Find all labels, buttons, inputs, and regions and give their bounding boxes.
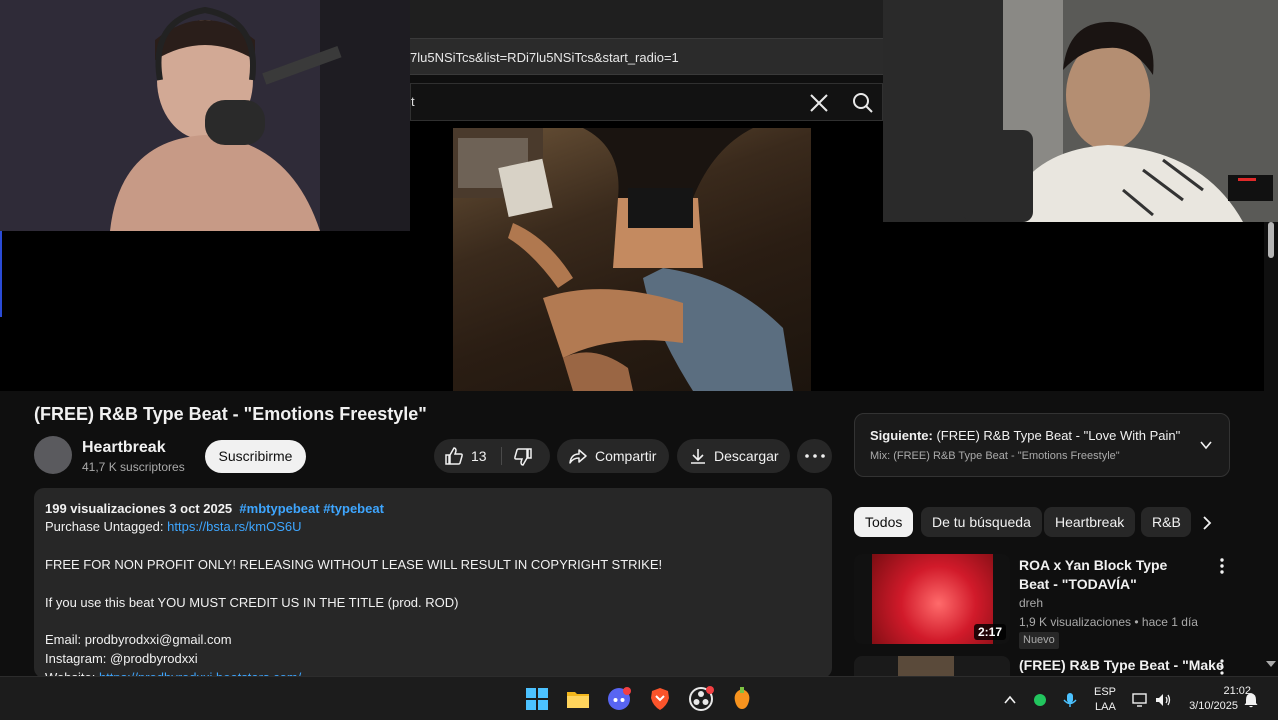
- chip-rnb[interactable]: R&B: [1141, 507, 1191, 537]
- download-icon: [691, 449, 705, 464]
- like-button[interactable]: 13: [434, 439, 501, 473]
- microphone-icon[interactable]: [1061, 691, 1079, 709]
- more-actions-button[interactable]: [797, 439, 832, 473]
- share-button[interactable]: Compartir: [557, 439, 669, 473]
- language-indicator-top[interactable]: ESP: [1094, 686, 1116, 698]
- window-edge-accent: [0, 231, 2, 317]
- share-icon: [569, 449, 587, 464]
- view-count-date: 199 visualizaciones 3 oct 2025: [45, 501, 233, 516]
- recommendation-meta: 1,9 K visualizaciones • hace 1 día: [1019, 615, 1198, 629]
- fl-studio-icon[interactable]: [729, 686, 755, 712]
- file-explorer-icon[interactable]: [565, 686, 591, 712]
- purchase-prefix: Purchase Untagged:: [45, 519, 168, 534]
- scroll-down-arrow-icon[interactable]: [1266, 661, 1276, 667]
- scrollbar-thumb[interactable]: [1268, 222, 1274, 258]
- search-icon[interactable]: [850, 90, 876, 116]
- browser-tab-strip: [410, 0, 883, 38]
- share-label: Compartir: [595, 448, 657, 464]
- download-button[interactable]: Descargar: [677, 439, 790, 473]
- more-vertical-icon[interactable]: [1214, 659, 1230, 675]
- more-horizontal-icon: [805, 454, 825, 458]
- download-label: Descargar: [714, 448, 779, 464]
- up-next-video-title: (FREE) R&B Type Beat - "Love With Pain": [936, 428, 1181, 443]
- thumbs-up-icon: [445, 447, 463, 465]
- video-duration: 2:17: [973, 624, 1006, 640]
- description-email: Email: prodbyrodxxi@gmail.com: [45, 632, 232, 647]
- status-dot-icon[interactable]: [1031, 691, 1049, 709]
- chevron-down-icon[interactable]: [1199, 438, 1213, 452]
- language-indicator-bottom[interactable]: LAA: [1095, 701, 1116, 713]
- network-icon[interactable]: [1131, 691, 1149, 709]
- dislike-button[interactable]: [502, 439, 550, 473]
- thumbnail-image-2: [898, 656, 954, 676]
- obs-icon[interactable]: [688, 686, 714, 712]
- hashtags[interactable]: #mbtypebeat #typebeat: [239, 501, 384, 516]
- thumbs-down-icon: [514, 448, 532, 466]
- address-bar-url: 7lu5NSiTcs&list=RDi7lu5NSiTcs&start_radi…: [410, 50, 679, 65]
- recommendation-thumbnail[interactable]: 2:17: [854, 554, 1010, 644]
- subscribe-button[interactable]: Suscribirme: [205, 440, 306, 473]
- up-next-title: Siguiente: (FREE) R&B Type Beat - "Love …: [870, 428, 1180, 443]
- more-vertical-icon[interactable]: [1214, 557, 1230, 575]
- speaker-icon[interactable]: [1154, 691, 1172, 709]
- like-dislike-group: 13: [434, 439, 550, 473]
- page-scrollbar[interactable]: [1264, 222, 1278, 675]
- purchase-link[interactable]: https://bsta.rs/kmOS6U: [167, 519, 301, 534]
- chevron-right-icon[interactable]: [1198, 514, 1216, 532]
- description-instagram: Instagram: @prodbyrodxxi: [45, 651, 198, 666]
- channel-avatar[interactable]: [34, 436, 72, 474]
- description-stats-line: 199 visualizaciones 3 oct 2025 #mbtypebe…: [45, 501, 384, 516]
- clock-date[interactable]: 3/10/2025: [1183, 700, 1238, 712]
- windows-start-icon[interactable]: [524, 686, 550, 712]
- recommendation-thumbnail-2[interactable]: [854, 656, 1010, 676]
- recommendation-channel[interactable]: dreh: [1019, 596, 1043, 610]
- taskbar: ESP LAA 21:02 3/10/2025: [0, 676, 1278, 720]
- new-badge: Nuevo: [1019, 632, 1059, 649]
- chevron-up-icon[interactable]: [1001, 691, 1019, 709]
- up-next-prefix: Siguiente:: [870, 428, 937, 443]
- close-icon[interactable]: [808, 92, 830, 114]
- screen: { "browser": { "url": "7lu5NSiTcs&list=R…: [0, 0, 1278, 720]
- brave-icon[interactable]: [647, 686, 673, 712]
- webcam-overlay-left: [0, 0, 410, 231]
- chip-heartbreak[interactable]: Heartbreak: [1044, 507, 1136, 537]
- like-count: 13: [471, 448, 487, 464]
- discord-icon[interactable]: [606, 686, 632, 712]
- purchase-line: Purchase Untagged: https://bsta.rs/kmOS6…: [45, 519, 302, 534]
- description-credit: If you use this beat YOU MUST CREDIT US …: [45, 595, 459, 610]
- subscriber-count: 41,7 K suscriptores: [82, 460, 185, 474]
- channel-name[interactable]: Heartbreak: [82, 439, 166, 457]
- search-input[interactable]: t: [410, 83, 883, 121]
- recommendation-title[interactable]: ROA x Yan Block Type Beat - "TODAVÍA": [1019, 556, 1199, 594]
- notification-bell-icon[interactable]: [1242, 691, 1260, 709]
- up-next-subtitle: Mix: (FREE) R&B Type Beat - "Emotions Fr…: [870, 450, 1120, 462]
- up-next-panel[interactable]: Siguiente: (FREE) R&B Type Beat - "Love …: [854, 413, 1230, 477]
- chip-de-tu-busqueda[interactable]: De tu búsqueda: [921, 507, 1042, 537]
- webcam-left-feed: [0, 0, 410, 231]
- video-frame: [453, 128, 811, 391]
- description-warning: FREE FOR NON PROFIT ONLY! RELEASING WITH…: [45, 557, 663, 572]
- address-bar[interactable]: 7lu5NSiTcs&list=RDi7lu5NSiTcs&start_radi…: [410, 38, 883, 75]
- search-input-value: t: [411, 94, 415, 109]
- webcam-right-feed: [883, 0, 1278, 222]
- video-description[interactable]: 199 visualizaciones 3 oct 2025 #mbtypebe…: [34, 488, 832, 678]
- webcam-overlay-right: [883, 0, 1278, 222]
- video-frame-illustration: [453, 128, 793, 391]
- recommendation-title-2[interactable]: (FREE) R&B Type Beat - "Make: [1019, 657, 1224, 673]
- chip-todos[interactable]: Todos: [854, 507, 914, 537]
- video-title: (FREE) R&B Type Beat - "Emotions Freesty…: [34, 404, 427, 424]
